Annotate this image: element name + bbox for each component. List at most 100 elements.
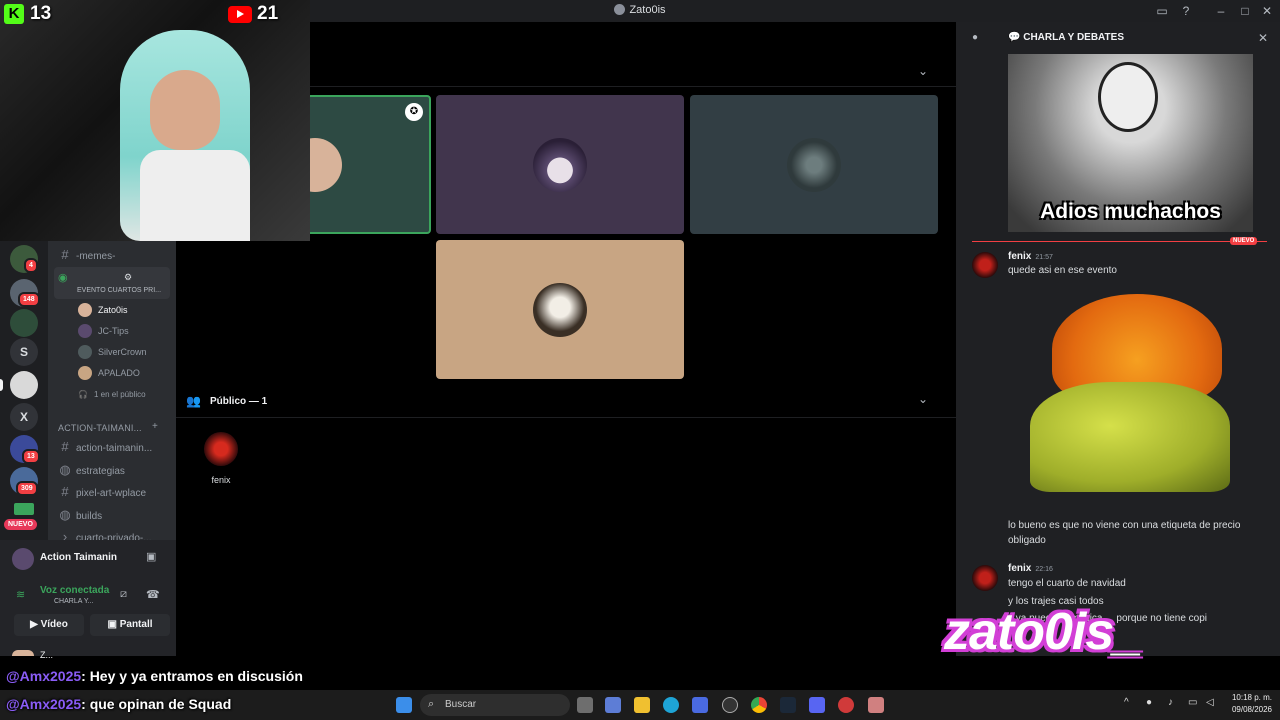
forum-icon: ◍ [59,462,71,477]
minimize-icon[interactable]: – [1214,4,1228,18]
message-author[interactable]: fenix 21:57 [1008,251,1053,262]
collapse-speakers-chevron-icon[interactable]: ⌄ [918,64,928,78]
voice-user-jc-tips[interactable]: JC-Tips [78,322,129,340]
server-icon-x[interactable]: X [10,403,38,431]
disconnect-icon[interactable]: ☎ [146,588,160,601]
hash-icon: # [61,484,69,499]
camera-icon: ▶ [30,619,41,630]
discord-icon[interactable] [809,697,825,713]
avatar [78,324,92,338]
voice-user-silvercrown[interactable]: SilverCrown [78,343,147,361]
store-icon[interactable] [692,697,708,713]
speaker-avatar [787,137,841,192]
server-icon[interactable] [10,309,38,337]
audience-avatar[interactable] [204,432,238,466]
channel-label: estrategias [76,466,125,477]
maximize-icon[interactable]: □ [1238,4,1252,18]
activity-icon[interactable]: ▣ [146,550,156,563]
help-icon[interactable]: ? [1179,4,1193,18]
channel-label: action-taimanin... [76,443,153,454]
voice-channel-name[interactable]: CHARLA Y... [54,598,93,605]
stage-icon: ◉ [58,272,68,284]
close-chat-icon[interactable]: ✕ [1258,31,1268,45]
speaker-tile-jc-tips[interactable] [436,95,684,234]
obs-icon[interactable] [838,697,854,713]
message-text: lo bueno es que no viene con una etiquet… [1008,520,1241,546]
server-icon-s[interactable]: S [10,338,38,366]
channel-action-taimanin[interactable]: # action-taimanin... [58,437,170,457]
settings-icon[interactable]: ⚙ [124,272,132,283]
video-button-label: Vídeo [40,619,68,630]
clock-time[interactable]: 10:18 p. m. [1226,693,1272,702]
screen-share-button[interactable]: ▣ Pantall [90,614,170,636]
server-icon[interactable] [14,503,34,515]
taskbar-search[interactable]: ⌕ Buscar [420,694,570,716]
collapse-audience-chevron-icon[interactable]: ⌄ [918,392,928,406]
voice-user-label: APALADO [98,368,140,378]
mention-badge: 148 [18,292,40,307]
message-author[interactable]: fenix 22:16 [1008,563,1053,574]
kick-icon: K [4,4,24,24]
chat-panel: ● 💬 CHARLA Y DEBATES ✕ Adios muchachos N… [956,22,1280,656]
tray-chevron-icon[interactable]: ^ [1124,697,1129,708]
stream-chat-line: @Amx2025: Hey y ya entramos en discusión [6,668,303,684]
channel-estrategias[interactable]: ◍ estrategias [58,460,170,480]
windows-start-icon[interactable] [396,697,412,713]
video-button[interactable]: ▶ Vídeo [14,614,84,636]
tray-icon[interactable]: ● [1146,697,1152,708]
user-avatar[interactable] [12,650,34,656]
clock-date[interactable]: 09/08/2026 [1226,705,1272,714]
channel-pixel-art[interactable]: # pixel-art-wplace [58,482,170,502]
edge-icon[interactable] [663,697,679,713]
channel-memes[interactable]: # -memes- [58,245,170,265]
task-view-icon[interactable] [577,697,593,713]
chat-channel-title: 💬 CHARLA Y DEBATES [1008,32,1124,43]
network-icon[interactable]: ▭ [1188,697,1197,708]
noise-suppression-icon[interactable]: ⧄ [120,588,127,601]
add-channel-icon[interactable]: + [152,421,158,432]
sprite-image[interactable] [1022,294,1232,494]
file-explorer-icon[interactable] [634,697,650,713]
author-name: fenix [1008,251,1032,262]
mic-icon[interactable]: ♪ [1168,697,1173,708]
speaker-tile-zato0is[interactable]: ✪ [296,95,431,234]
channel-label: -memes- [76,251,116,262]
voice-user-label: JC-Tips [98,326,129,336]
new-messages-divider [972,241,1267,242]
volume-icon[interactable]: ◁ [1206,697,1214,708]
voice-user-label: SilverCrown [98,347,147,357]
widgets-icon[interactable] [605,697,621,713]
app-icon[interactable] [868,697,884,713]
headphones-icon: 🎧 [78,390,88,399]
server-icon[interactable] [10,371,38,399]
speaker-tile-apalado[interactable] [436,240,684,379]
sprite-body [1030,382,1230,492]
meme-image[interactable]: Adios muchachos [1008,54,1253,232]
message-avatar[interactable] [972,252,998,278]
new-badge: NUEVO [4,519,37,530]
voice-user-zato0is[interactable]: Zato0is [78,301,128,319]
voice-user-apalado[interactable]: APALADO [78,364,140,382]
streamer-watermark: zato0is_ [944,603,1142,661]
stream-chat-text: : Hey y ya entramos en discusión [81,668,303,684]
youtube-viewer-count: 21 [257,3,279,24]
new-messages-label: NUEVO [1230,237,1258,245]
steam-icon[interactable] [780,697,796,713]
stage-channel-active[interactable] [54,267,170,299]
speaker-tile-silvercrown[interactable] [690,95,938,234]
audience-header: Público — 1 [210,396,268,407]
close-window-icon[interactable]: ✕ [1260,4,1274,18]
channel-builds[interactable]: ◍ builds [58,505,170,525]
stream-chat-user: @Amx2025 [6,696,82,712]
audience-count[interactable]: 🎧 1 en el público [78,386,146,404]
category-header[interactable]: ACTION-TAIMANI... [58,423,142,433]
meme-character-head [1098,62,1158,132]
speech-icon: 💬 [1008,32,1024,43]
search-icon: ⌕ [428,698,435,710]
inbox-icon[interactable]: ▭ [1155,4,1169,18]
app-icon[interactable] [722,697,738,713]
chrome-icon[interactable] [751,697,767,713]
message-avatar[interactable] [972,565,998,591]
message-text: tengo el cuarto de navidad [1008,578,1126,589]
audience-member-name: fenix [211,475,231,485]
